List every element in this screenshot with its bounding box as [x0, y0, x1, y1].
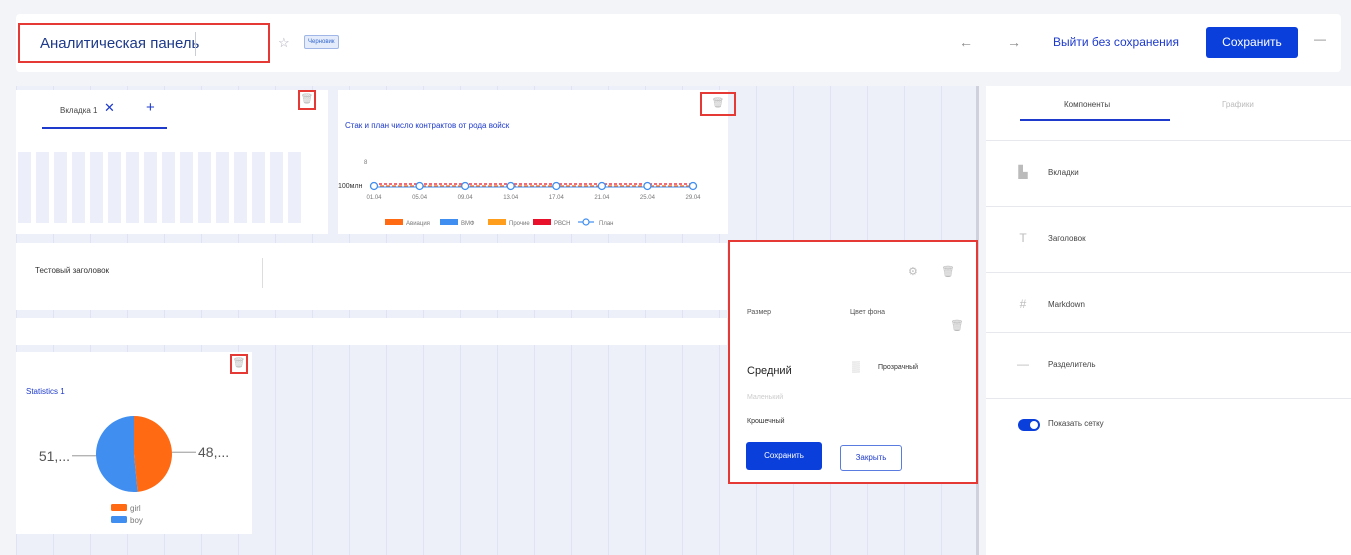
tabs-icon: ▙	[1018, 165, 1028, 179]
show-grid-toggle[interactable]	[1018, 419, 1040, 431]
draft-status-badge: Черновик	[304, 35, 339, 49]
x-tick-label: 01.04	[366, 195, 382, 201]
delete-chart-widget-icon[interactable]: 🗑	[700, 92, 736, 116]
x-tick-label: 05.04	[412, 195, 428, 201]
pie-slice-boy	[95, 416, 138, 492]
size-option-tiny[interactable]: Крошечный	[747, 418, 785, 425]
tabs-widget[interactable]: Вкладка 1 ✕ +	[16, 90, 328, 234]
header-text: Тестовый заголовок	[35, 266, 110, 275]
tabs-grid-placeholder	[18, 152, 301, 223]
x-tick-label: 25.04	[640, 195, 656, 201]
legend-swatch	[385, 219, 403, 225]
plan-point	[506, 181, 515, 191]
y-tick-label: 100млн	[338, 183, 363, 190]
size-label: Размер	[747, 309, 772, 316]
legend-swatch	[488, 219, 506, 225]
line-chart-widget[interactable]: Стак и план число контрактов от рода вой…	[338, 90, 728, 234]
title-highlight: Аналитическая панель	[18, 23, 270, 63]
widget-settings-popup: ⚙ 🗑 Размер Цвет фона 🗑 Средний ▒ Прозрач…	[728, 240, 978, 484]
component-item-markdown[interactable]: # Markdown	[986, 272, 1351, 338]
dashboard-title: Аналитическая панель	[40, 35, 200, 52]
legend-label: РВСН	[554, 221, 570, 227]
delete-statistics-widget-icon[interactable]: 🗑	[230, 354, 248, 374]
show-grid-label: Показать сетку	[1048, 419, 1104, 428]
tab-components[interactable]: Компоненты	[1064, 100, 1110, 109]
delete-tabs-widget-icon[interactable]: 🗑	[298, 90, 316, 110]
favorite-star-icon[interactable]: ☆	[278, 35, 290, 51]
legend-label: План	[599, 221, 613, 227]
components-tab-indicator	[1020, 119, 1170, 121]
component-item-label: Markdown	[1048, 300, 1085, 309]
plan-point	[643, 181, 652, 191]
components-panel: Компоненты Графики ▙ Вкладки T Заголовок…	[986, 86, 1351, 555]
component-item-label: Разделитель	[1048, 360, 1096, 369]
tab-charts[interactable]: Графики	[1222, 100, 1254, 109]
secondary-delete-icon[interactable]: 🗑	[950, 319, 964, 332]
more-menu-icon[interactable]: —	[1314, 32, 1326, 46]
plan-point	[597, 181, 607, 191]
close-tab-icon[interactable]: ✕	[104, 100, 115, 116]
component-item-label: Заголовок	[1048, 234, 1086, 243]
pie-data-label: 48,...	[198, 444, 229, 460]
pie-data-label: 51,...	[39, 448, 70, 464]
legend-label: ВМФ	[461, 221, 475, 227]
component-item-label: Вкладки	[1048, 168, 1079, 177]
redo-arrow-icon[interactable]: →	[1007, 34, 1021, 50]
plan-point	[552, 181, 561, 191]
save-button[interactable]: Сохранить	[1206, 27, 1298, 58]
x-tick-label: 21.04	[594, 195, 610, 201]
y-tick-top: 8	[364, 160, 368, 166]
size-option-medium[interactable]: Средний	[747, 365, 792, 377]
divider-icon: —	[1017, 357, 1029, 371]
exit-without-saving-link[interactable]: Выйти без сохранения	[1053, 35, 1179, 49]
transparent-pattern-icon: ▒	[852, 361, 860, 373]
legend-label: boy	[130, 516, 143, 525]
header-widget[interactable]: Тестовый заголовок	[16, 243, 727, 310]
panel-divider	[986, 398, 1351, 399]
background-color-label: Цвет фона	[850, 309, 886, 316]
heading-icon: T	[1019, 231, 1027, 245]
legend-label: Авиация	[406, 221, 430, 227]
popup-delete-icon[interactable]: 🗑	[941, 265, 955, 278]
x-tick-label: 09.04	[458, 195, 474, 201]
x-tick-label: 13.04	[503, 195, 519, 201]
plan-point	[415, 181, 424, 191]
plan-point	[688, 181, 698, 191]
pie-slice-girl	[134, 416, 172, 492]
component-item-tabs[interactable]: ▙ Вкладки	[986, 140, 1351, 206]
popup-save-button[interactable]: Сохранить	[746, 442, 822, 470]
legend-label: Прочие	[509, 221, 530, 227]
header-divider	[262, 258, 263, 288]
x-tick-label: 29.04	[685, 195, 701, 201]
popup-close-button[interactable]: Закрыть	[840, 445, 902, 471]
legend-swatch	[533, 219, 551, 225]
statistics-widget[interactable]: Statistics 1 48,... 51,... girl boy	[16, 352, 252, 534]
legend-swatch	[111, 516, 127, 523]
undo-arrow-icon[interactable]: ←	[959, 34, 973, 50]
legend-swatch	[111, 504, 127, 511]
legend-swatch-point	[582, 218, 590, 226]
plan-point	[369, 181, 379, 191]
tab-label[interactable]: Вкладка 1	[60, 106, 98, 115]
add-tab-icon[interactable]: +	[146, 99, 155, 116]
legend-label: girl	[130, 504, 141, 513]
plan-point	[460, 181, 470, 191]
size-option-small[interactable]: Маленький	[747, 394, 783, 401]
background-option-transparent[interactable]: Прозрачный	[878, 364, 918, 371]
hash-icon: #	[1019, 297, 1027, 311]
component-item-divider[interactable]: — Разделитель	[986, 332, 1351, 398]
pie-chart-svg: 48,... 51,... girl boy	[39, 416, 229, 525]
dashboard-title-input[interactable]: Аналитическая панель	[30, 32, 262, 56]
legend-swatch	[440, 219, 458, 225]
component-item-heading[interactable]: T Заголовок	[986, 206, 1351, 272]
active-tab-indicator	[42, 127, 167, 129]
title-caret	[195, 32, 196, 56]
markdown-widget[interactable]	[16, 318, 727, 345]
top-toolbar: Аналитическая панель ☆ Черновик ← → Выйт…	[16, 14, 1341, 72]
x-tick-label: 17.04	[549, 195, 565, 201]
settings-gear-icon[interactable]: ⚙	[908, 265, 918, 278]
line-chart-svg: 8 100млн01.04 05.04 09.04 13.04 17.04 21.04 25.…	[338, 160, 701, 227]
